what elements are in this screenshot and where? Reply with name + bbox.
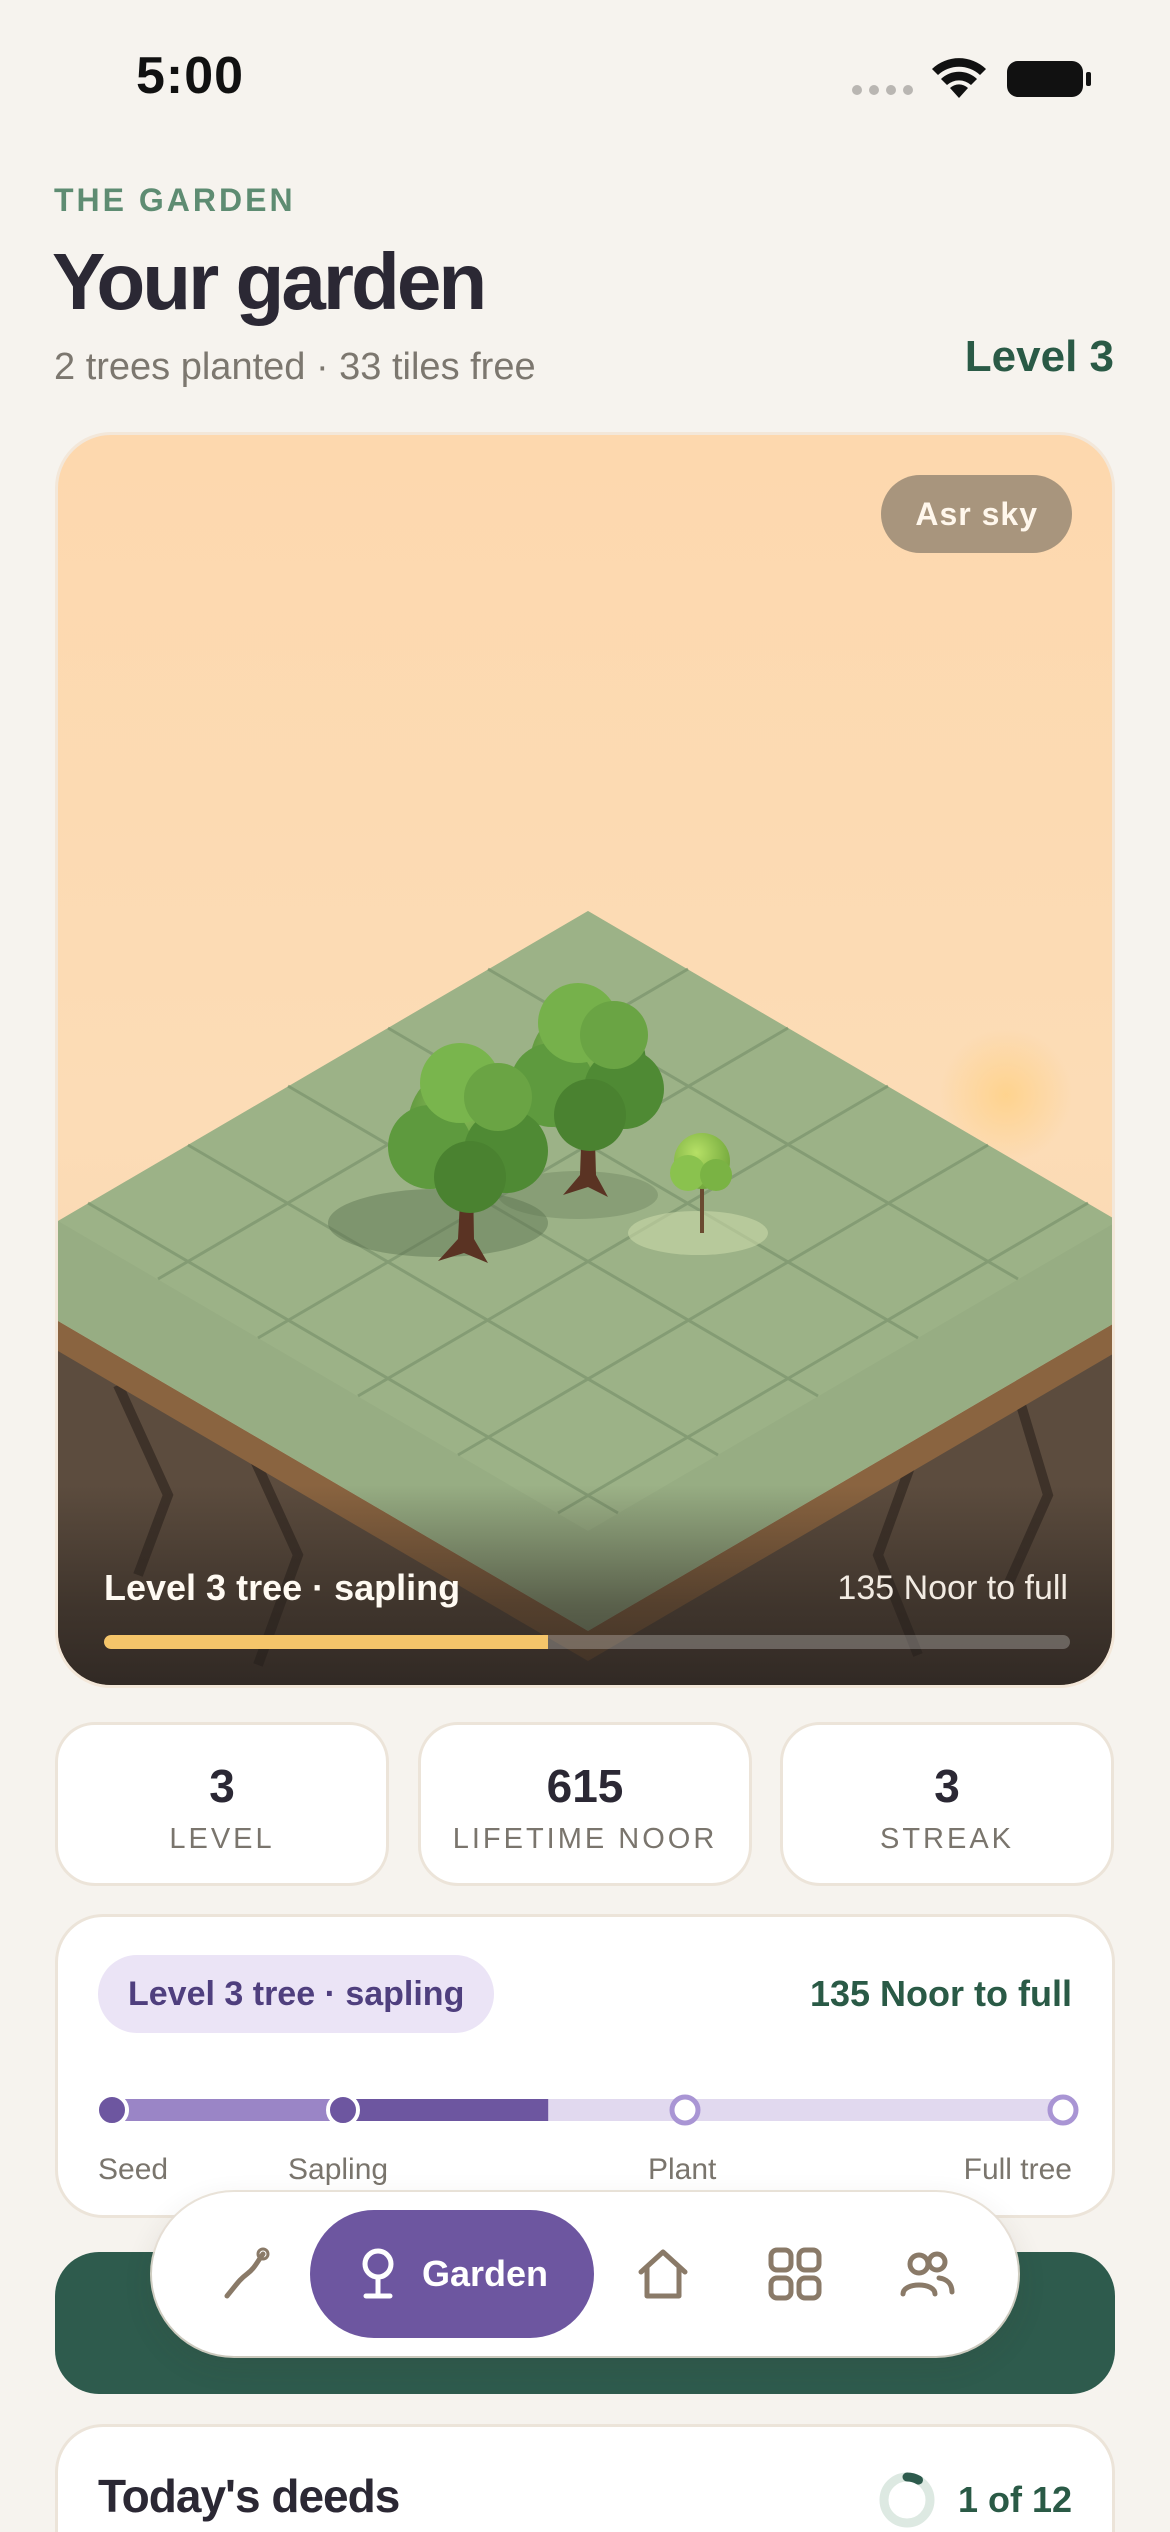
stat-label: LIFETIME NOOR xyxy=(452,1823,718,1855)
track-in-progress xyxy=(343,2099,549,2121)
level-indicator: Level 3 xyxy=(964,332,1114,381)
tree-progress-fill xyxy=(104,1635,549,1649)
stat-value: 615 xyxy=(546,1760,624,1812)
todays-deeds-card[interactable]: Today's deeds 1 of 12 xyxy=(55,2424,1115,2532)
status-bar: 5:00 xyxy=(0,0,1170,150)
wifi-icon xyxy=(932,58,986,98)
stat-label: STREAK xyxy=(879,1823,1015,1855)
growth-stage-card: Level 3 tree · sapling 135 Noor to full … xyxy=(55,1914,1115,2218)
tab-community[interactable] xyxy=(872,2210,982,2338)
sky-time-badge: Asr sky xyxy=(881,475,1072,553)
stage-dot-plant xyxy=(669,2094,701,2126)
bottom-tab-bar: Garden xyxy=(152,2192,1018,2356)
tab-home[interactable] xyxy=(608,2210,718,2338)
battery-icon xyxy=(1007,61,1091,97)
tab-grid[interactable] xyxy=(740,2210,850,2338)
stat-card-level: 3 LEVEL xyxy=(55,1722,389,1886)
garden-summary: 2 trees planted · 33 tiles free xyxy=(54,346,536,388)
page-title: Your garden xyxy=(52,237,487,326)
people-icon xyxy=(900,2251,955,2297)
stat-card-lifetime-noor: 615 LIFETIME NOOR xyxy=(418,1722,752,1886)
stage-label-plant: Plant xyxy=(648,2153,717,2186)
section-eyebrow: THE GARDEN xyxy=(54,182,296,218)
tree-stage-caption: Level 3 tree · sapling xyxy=(104,1567,461,1608)
garden-card[interactable]: Asr sky Level 3 tree · sapling 135 Noor … xyxy=(55,432,1115,1688)
home-icon xyxy=(638,2249,688,2299)
path-icon xyxy=(224,2247,270,2299)
deeds-title: Today's deeds xyxy=(98,2470,400,2522)
stat-value: 3 xyxy=(934,1760,960,1812)
garden-screen: 5:00 THE GARDEN Your garden 2 trees plan… xyxy=(0,0,1170,2532)
growth-stage-track xyxy=(95,2093,1079,2127)
stage-label-sapling: Sapling xyxy=(288,2153,389,2186)
stat-card-streak: 3 STREAK xyxy=(780,1722,1114,1886)
status-time: 5:00 xyxy=(136,47,245,105)
stat-label: LEVEL xyxy=(169,1823,275,1855)
stage-dot-sapling xyxy=(326,2093,360,2127)
stage-dot-seed xyxy=(95,2093,129,2127)
deeds-count: 1 of 12 xyxy=(957,2479,1072,2520)
tree-progress-bar xyxy=(104,1635,1070,1649)
tab-garden-label: Garden xyxy=(421,2253,549,2294)
tab-path[interactable] xyxy=(192,2210,302,2338)
track-completed xyxy=(112,2099,343,2121)
stage-dot-full-tree xyxy=(1047,2094,1079,2126)
stat-value: 3 xyxy=(209,1760,235,1812)
grid-icon xyxy=(768,2247,822,2301)
cellular-signal-icon xyxy=(852,85,913,95)
stage-label-full-tree: Full tree xyxy=(963,2153,1072,2186)
deeds-progress-ring xyxy=(879,2472,935,2528)
noor-remaining-caption: 135 Noor to full xyxy=(837,1569,1068,1607)
sprout-icon xyxy=(362,2248,394,2299)
stage-label-seed: Seed xyxy=(98,2153,169,2186)
tab-garden[interactable]: Garden xyxy=(310,2210,594,2338)
